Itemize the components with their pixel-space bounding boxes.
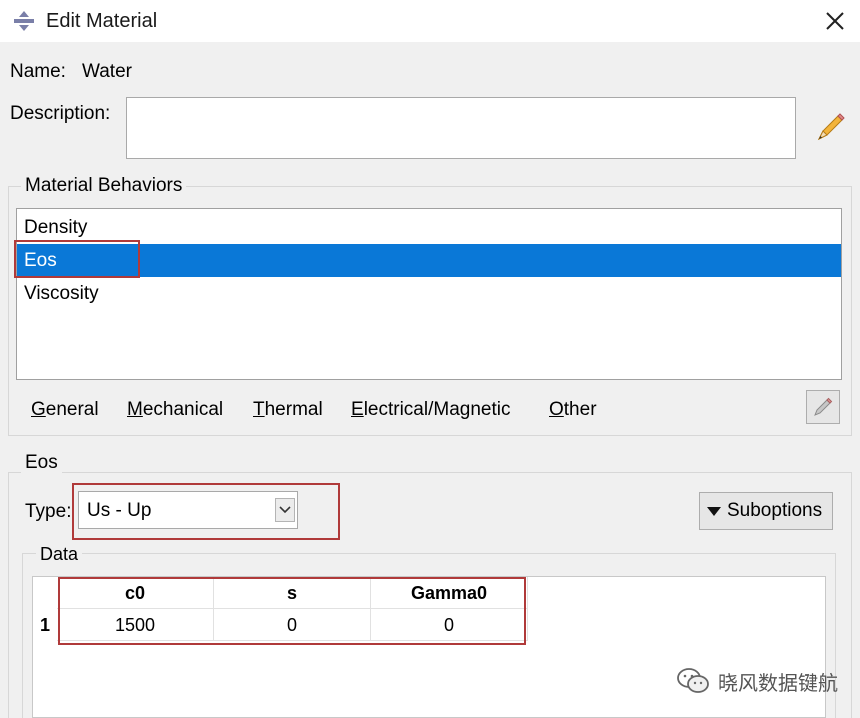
table-cell-gamma0[interactable]: 0 — [371, 609, 528, 641]
watermark-text: 晓风数据键航 — [718, 672, 838, 695]
window-title: Edit Material — [46, 10, 158, 32]
menu-mechanical[interactable]: Mechanical — [127, 398, 223, 422]
menu-electrical-magnetic[interactable]: Electrical/Magnetic — [351, 398, 510, 422]
close-button[interactable] — [818, 4, 852, 38]
menu-general[interactable]: General — [31, 398, 99, 422]
triangle-down-icon — [707, 507, 721, 516]
table-cell-c0[interactable]: 1500 — [57, 609, 214, 641]
edit-pencil-icon[interactable] — [811, 111, 847, 147]
eos-group-title: Eos — [21, 451, 62, 475]
watermark: 晓风数据键航 — [676, 665, 838, 697]
name-label: Name: — [10, 61, 66, 82]
behavior-item-viscosity[interactable]: Viscosity — [17, 277, 841, 310]
behaviors-list[interactable]: Density Eos Viscosity — [16, 208, 842, 380]
type-select-value: Us - Up — [87, 500, 152, 521]
pencil-icon — [814, 397, 833, 416]
chevron-down-icon[interactable] — [275, 498, 295, 522]
column-header-gamma0[interactable]: Gamma0 — [371, 577, 528, 609]
type-label: Type: — [25, 501, 72, 522]
suboptions-label: Suboptions — [727, 500, 823, 521]
wechat-icon — [677, 668, 709, 693]
suboptions-button[interactable]: Suboptions — [699, 492, 833, 530]
close-icon — [826, 12, 844, 30]
material-behaviors-title: Material Behaviors — [21, 174, 187, 198]
data-group-title: Data — [36, 542, 83, 566]
name-value: Water — [82, 61, 132, 82]
menu-thermal[interactable]: Thermal — [253, 398, 323, 422]
material-icon — [14, 11, 34, 31]
column-header-s[interactable]: s — [214, 577, 371, 609]
table-cell-s[interactable]: 0 — [214, 609, 371, 641]
type-select[interactable]: Us - Up — [78, 491, 298, 529]
behavior-item-density[interactable]: Density — [17, 211, 841, 244]
description-field[interactable] — [126, 97, 796, 159]
column-header-c0[interactable]: c0 — [57, 577, 214, 609]
row-index: 1 — [39, 615, 50, 635]
behavior-item-eos[interactable]: Eos — [17, 244, 841, 277]
description-label: Description: — [10, 103, 111, 124]
menu-other[interactable]: Other — [549, 398, 597, 422]
edit-behavior-button[interactable] — [806, 390, 840, 424]
